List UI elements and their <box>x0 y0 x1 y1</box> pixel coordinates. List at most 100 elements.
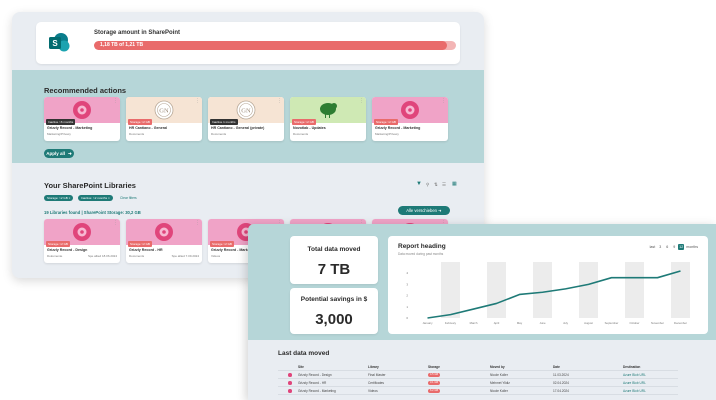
card-badge: Storage >2 GB <box>128 119 152 125</box>
data-moved-report-window: Total data moved 7 TB Potential savings … <box>248 224 716 400</box>
table-row[interactable]: Grizzly Record - Design Final Master 4.5 G… <box>278 371 678 379</box>
filter-chip-label: Storage: >2 GB <box>47 196 68 200</box>
last-data-moved-section: Last data moved Site Library Storage Moved … <box>248 340 716 400</box>
y-tick-label: 1 <box>406 305 408 309</box>
table-cell: Mehmet Yildiz <box>490 381 510 385</box>
chart-column-band <box>533 262 552 318</box>
recommendation-card[interactable]: GN ⋮ Storage >2 GB HR Cantiano - General Doc… <box>126 97 202 141</box>
card-meta: Spe allied 7.09.2024 <box>171 254 199 258</box>
total-data-moved-card: Total data moved 7 TB <box>290 236 378 284</box>
card-title: Grizzly Record - HR <box>129 248 163 252</box>
data-moved-line-chart: 0 1 2 3 4 January February March April May June Jul… <box>406 262 690 325</box>
card-subtitle: Marketing/Privacy <box>375 132 399 136</box>
chart-column-band <box>579 262 598 318</box>
y-tick-label: 2 <box>406 294 408 298</box>
grid-view-icon[interactable]: ▦ <box>452 181 457 187</box>
storage-badge: 6.2 GB <box>428 388 441 393</box>
card-title: Grizzly Record - Marketing <box>375 126 421 130</box>
y-tick-label: 0 <box>406 316 408 320</box>
card-badge: Inactive 1 months <box>210 119 238 125</box>
svg-text:GN: GN <box>241 108 251 115</box>
card-subtitle: Documents <box>211 132 227 136</box>
svg-text:GN: GN <box>159 108 169 115</box>
x-tick-label: December <box>674 321 687 325</box>
card-badge: Storage >2 GB <box>374 119 398 125</box>
card-subtitle: Dokumente <box>47 254 63 258</box>
card-badge: Storage >2 GB <box>128 241 152 247</box>
card-subtitle: Marketing/Privacy <box>47 132 71 136</box>
filter-chip-storage[interactable]: Storage: >2 GB × <box>44 195 74 201</box>
potential-savings-card: Potential savings in $ 3,000 <box>290 288 378 334</box>
recommendation-card[interactable]: ⋮ Inactive >6 months Grizzly Record - Mark… <box>44 97 120 141</box>
column-header: Moved by <box>490 365 505 369</box>
y-tick-label: 4 <box>406 271 408 275</box>
more-options-icon[interactable]: ⋮ <box>113 98 118 104</box>
libraries-title: Your SharePoint Libraries <box>44 181 136 190</box>
table-row[interactable]: Grizzly Record - HR Certificates 3.1 GB Meh… <box>278 379 678 387</box>
column-header: Storage <box>428 365 440 369</box>
recommendation-card[interactable]: ⋮ Storage >2 GB Novotlab - Updates Document… <box>290 97 366 141</box>
svg-text:S: S <box>52 39 58 48</box>
x-tick-label: September <box>605 321 619 325</box>
chart-column-band <box>625 262 644 318</box>
report-card: Report heading Data moved during past mo… <box>388 236 708 334</box>
more-options-icon[interactable]: ⋮ <box>195 220 200 226</box>
sort-icon[interactable]: ⇅ <box>434 182 438 188</box>
storage-badge: 3.1 GB <box>428 380 441 385</box>
more-options-icon[interactable]: ⋮ <box>195 98 200 104</box>
libraries-count: 19 Libraries found | SharePoint Storage:… <box>44 210 141 215</box>
filter-chip-inactive[interactable]: Inactive: >2 months × <box>78 195 113 201</box>
storage-progress-bar <box>94 41 456 50</box>
card-title: Novotlab - Updates <box>293 126 326 130</box>
column-header: Date <box>553 365 560 369</box>
more-options-icon[interactable]: ⋮ <box>441 98 446 104</box>
card-title: HR Cantiano - General (private) <box>211 126 265 130</box>
recommendation-card[interactable]: GN ⋮ Inactive 1 months HR Cantiano - Genera… <box>208 97 284 141</box>
card-subtitle: Documents <box>293 132 309 136</box>
table-cell: Videos <box>368 389 378 393</box>
potential-savings-label: Potential savings in $ <box>300 296 368 303</box>
card-title: Grizzly Record - Marketing <box>47 126 93 130</box>
card-title: Grizzly Record - Mark <box>211 248 248 252</box>
card-badge: Storage >2 GB <box>292 119 316 125</box>
site-dot-icon <box>288 373 292 377</box>
column-header: Site <box>298 365 304 369</box>
x-tick-label: May <box>517 321 523 325</box>
card-meta: Spe allied 18.06.2024 <box>87 254 117 258</box>
clear-filters-link[interactable]: Clear filters <box>120 196 137 200</box>
storage-badge: 4.5 GB <box>428 372 441 377</box>
library-card[interactable]: ⋮ Storage >2 GB Grizzly Record - Design Dok… <box>44 219 120 263</box>
search-icon[interactable]: ⚲ <box>426 182 429 188</box>
destination-link[interactable]: Azure Blob URL <box>623 381 646 385</box>
destination-link[interactable]: Azure Blob URL <box>623 373 646 377</box>
table-cell: Nicole Koller <box>490 389 508 393</box>
library-card[interactable]: ⋮ Storage >2 GB Grizzly Record - HR Documen… <box>126 219 202 263</box>
recommendation-card[interactable]: ⋮ Storage >2 GB Grizzly Record - Marketing… <box>372 97 448 141</box>
filter-icon[interactable]: ▼ <box>416 181 422 187</box>
storage-progress-fill <box>94 41 447 50</box>
card-subtitle: Documents <box>129 254 145 258</box>
last-data-moved-table: Site Library Storage Moved by Date Destinatio… <box>278 363 678 395</box>
x-tick-label: November <box>651 321 664 325</box>
x-tick-label: April <box>494 321 500 325</box>
card-badge: Storage >2 GB <box>46 241 70 247</box>
site-dot-icon <box>288 389 292 393</box>
card-badge: Inactive >6 months <box>46 119 76 125</box>
move-all-button[interactable]: Alle verschieben ➜ <box>398 206 450 215</box>
more-options-icon[interactable]: ⋮ <box>277 98 282 104</box>
destination-link[interactable]: Azure Blob URL <box>623 389 646 393</box>
more-options-icon[interactable]: ⋮ <box>113 220 118 226</box>
chart-column-band <box>671 262 690 318</box>
apply-all-button[interactable]: Apply all ➜ <box>44 149 74 158</box>
total-data-moved-value: 7 TB <box>317 261 351 278</box>
more-options-icon[interactable]: ⋮ <box>359 98 364 104</box>
last-data-moved-title: Last data moved <box>278 350 330 357</box>
table-cell: Grizzly Record - Marketing <box>298 389 336 393</box>
recommended-actions-section: Recommended actions ⋮ Inactive >6 months G… <box>12 70 484 163</box>
x-tick-label: June <box>539 321 546 325</box>
card-subtitle: Videos <box>211 254 221 258</box>
filter-chip-label: Inactive: >2 months <box>81 196 108 200</box>
table-row[interactable]: Grizzly Record - Marketing Videos 6.2 GB Ni… <box>278 387 678 395</box>
list-view-icon[interactable]: ☰ <box>442 182 446 188</box>
card-subtitle: Documents <box>129 132 145 136</box>
